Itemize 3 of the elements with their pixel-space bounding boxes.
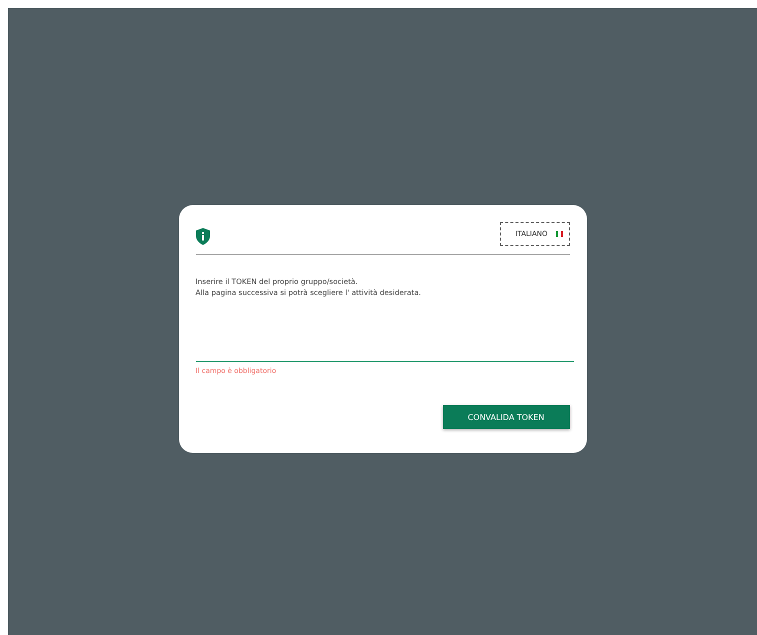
validate-token-button[interactable]: CONVALIDA TOKEN	[442, 405, 570, 429]
shield-info-icon	[196, 228, 210, 245]
flag-icon	[556, 230, 562, 236]
